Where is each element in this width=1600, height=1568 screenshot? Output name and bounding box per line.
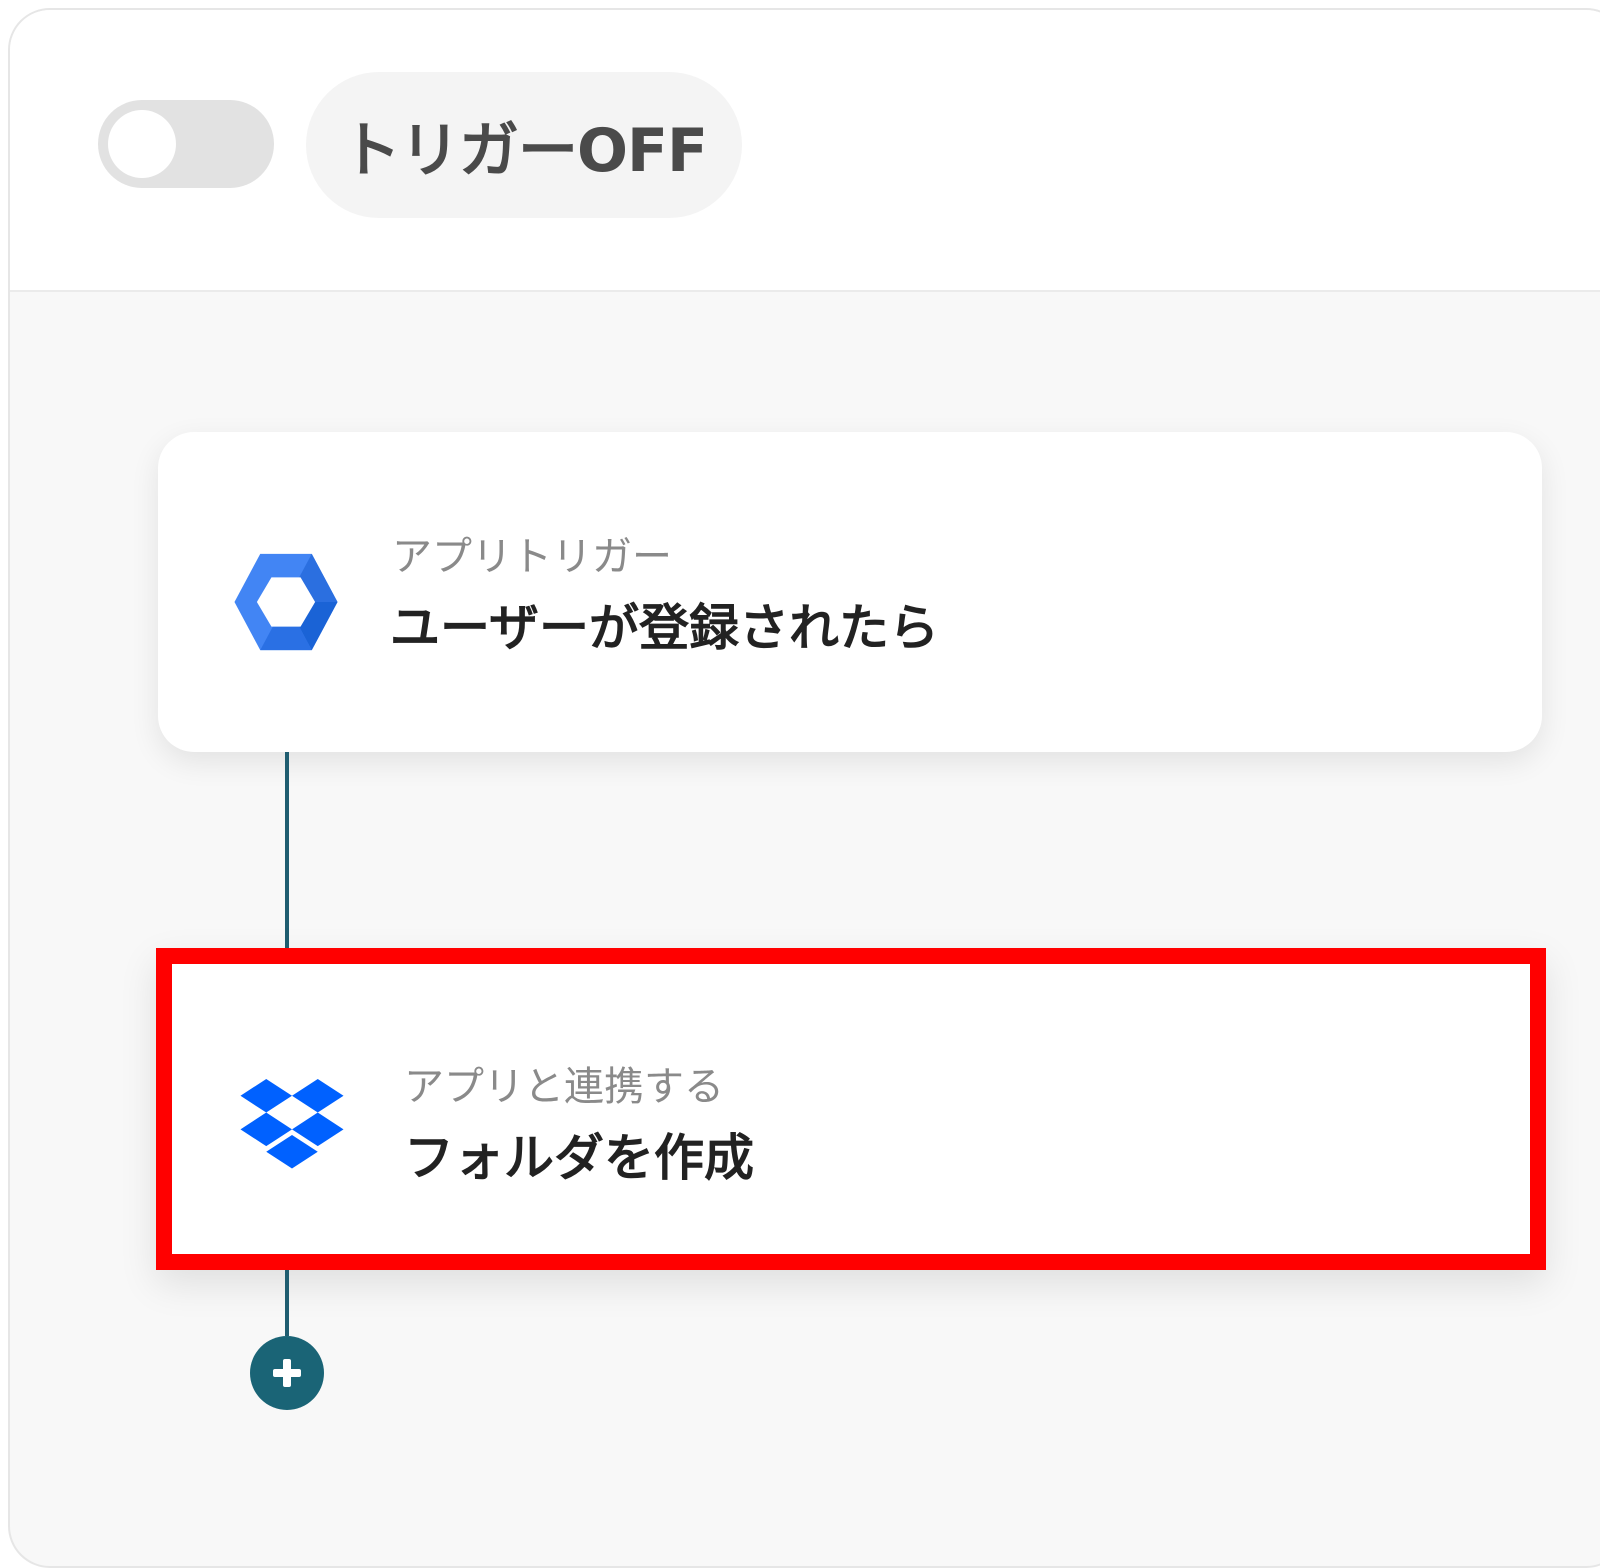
- step-title: フォルダを作成: [404, 1129, 754, 1187]
- step-title: ユーザーが登録されたら: [390, 599, 939, 657]
- flow-step-trigger[interactable]: アプリトリガー ユーザーが登録されたら: [158, 432, 1542, 752]
- google-workspace-admin-icon: [230, 546, 342, 658]
- toggle-knob: [108, 110, 176, 178]
- trigger-status-label: トリガーOFF: [341, 115, 708, 186]
- trigger-status-badge[interactable]: トリガーOFF: [306, 72, 742, 218]
- flow-step-action[interactable]: アプリと連携する フォルダを作成: [156, 948, 1546, 1270]
- step-connector-line: [285, 1270, 289, 1336]
- step-type-label: アプリトリガー: [392, 534, 672, 580]
- dropbox-icon: [236, 1070, 348, 1182]
- trigger-toggle[interactable]: [98, 100, 274, 188]
- add-step-button[interactable]: [250, 1336, 324, 1410]
- workflow-panel: トリガーOFF アプリトリガー ユーザーが登録されたら アプリと連携する フォル…: [8, 8, 1600, 1568]
- step-connector-line: [285, 752, 289, 948]
- step-type-label: アプリと連携する: [404, 1064, 724, 1110]
- plus-icon: [273, 1359, 301, 1387]
- flow-header: トリガーOFF: [10, 10, 1600, 292]
